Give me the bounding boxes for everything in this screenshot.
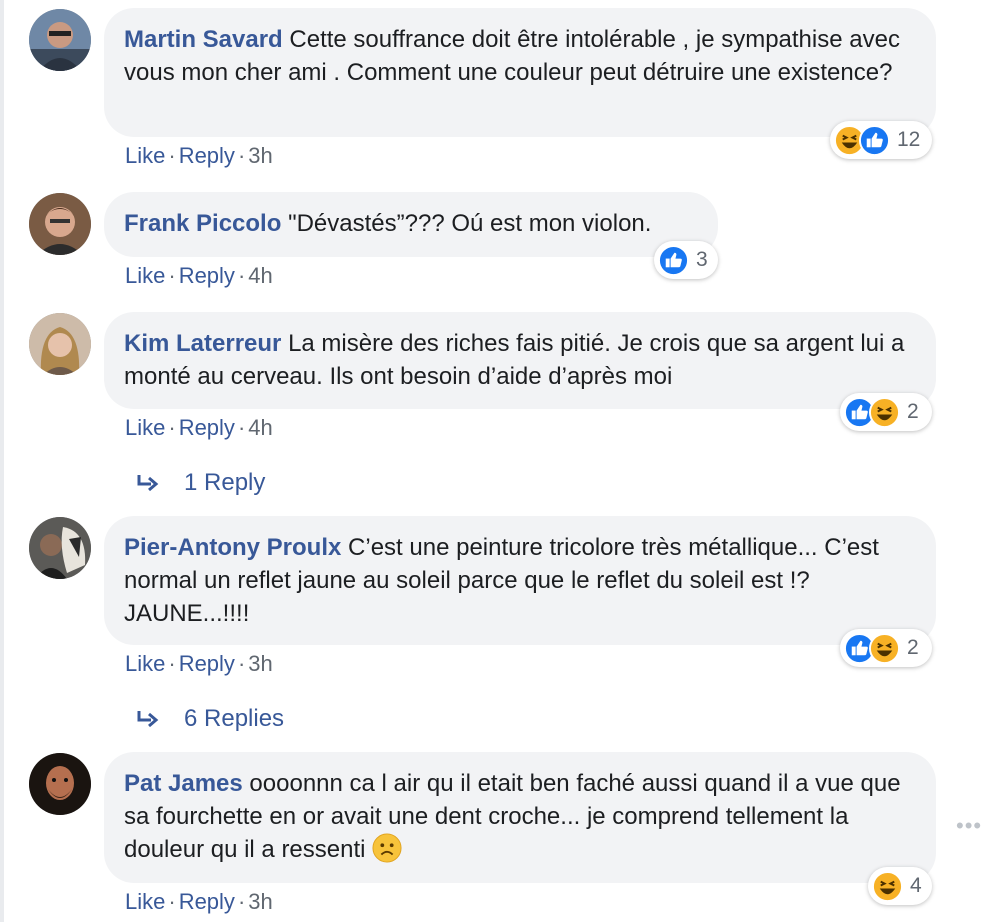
reaction-summary[interactable]: 4 <box>868 867 932 905</box>
reaction-count: 2 <box>907 400 919 423</box>
reaction-summary[interactable]: 12 <box>830 121 932 159</box>
comment-author[interactable]: Frank Piccolo <box>124 210 281 237</box>
view-replies-link[interactable]: 6 Replies <box>136 705 284 733</box>
comment-bubble: Frank Piccolo "Dévastés”??? Oú est mon v… <box>104 192 718 257</box>
separator: · <box>168 651 176 676</box>
reaction-count: 3 <box>696 248 708 271</box>
timestamp[interactable]: 4h <box>248 263 272 288</box>
comment-text: "Dévastés”??? Oú est mon violon. <box>288 210 652 237</box>
separator: · <box>237 889 246 914</box>
comment-bubble: Martin Savard Cette souffrance doit être… <box>104 8 936 137</box>
haha-icon <box>872 870 903 902</box>
separator: · <box>168 889 176 914</box>
separator: · <box>168 415 176 440</box>
reaction-summary[interactable]: 3 <box>654 241 718 279</box>
timestamp[interactable]: 3h <box>248 143 272 168</box>
like-link[interactable]: Like <box>125 651 165 676</box>
reaction-summary[interactable]: 2 <box>840 393 932 431</box>
avatar[interactable] <box>29 193 91 255</box>
separator: · <box>237 263 246 288</box>
reply-link[interactable]: Reply <box>179 143 235 168</box>
comment-actions: Like · Reply · 3h <box>125 143 273 169</box>
reaction-count: 12 <box>897 128 921 151</box>
avatar[interactable] <box>29 753 91 815</box>
comment-actions: Like · Reply · 3h <box>125 651 273 677</box>
haha-icon <box>869 396 900 428</box>
like-icon <box>658 244 689 276</box>
left-border <box>0 0 4 922</box>
avatar[interactable] <box>29 313 91 375</box>
reply-link[interactable]: Reply <box>179 415 235 440</box>
more-options-icon[interactable]: ••• <box>956 813 982 839</box>
separator: · <box>237 415 246 440</box>
reply-link[interactable]: Reply <box>179 651 235 676</box>
like-link[interactable]: Like <box>125 415 165 440</box>
view-replies-link[interactable]: 1 Reply <box>136 469 265 497</box>
like-link[interactable]: Like <box>125 263 165 288</box>
frowning-face-emoji <box>372 833 402 863</box>
separator: · <box>237 143 246 168</box>
timestamp[interactable]: 4h <box>248 415 272 440</box>
reaction-count: 4 <box>910 874 922 897</box>
comment-author[interactable]: Pier-Antony Proulx <box>124 534 341 561</box>
separator: · <box>168 143 176 168</box>
replies-label: 1 Reply <box>184 469 266 496</box>
like-link[interactable]: Like <box>125 889 165 914</box>
comment-author[interactable]: Kim Laterreur <box>124 330 281 357</box>
comment-bubble: Pier-Antony Proulx C’est une peinture tr… <box>104 516 936 645</box>
comment-bubble: Kim Laterreur La misère des riches fais … <box>104 312 936 409</box>
reaction-count: 2 <box>907 636 919 659</box>
like-icon <box>859 124 890 156</box>
reaction-summary[interactable]: 2 <box>840 629 932 667</box>
replies-label: 6 Replies <box>184 705 285 732</box>
haha-icon <box>869 632 900 664</box>
separator: · <box>168 263 176 288</box>
like-link[interactable]: Like <box>125 143 165 168</box>
reply-arrow-icon <box>137 475 159 492</box>
reply-link[interactable]: Reply <box>179 263 235 288</box>
avatar[interactable] <box>29 517 91 579</box>
comment-actions: Like · Reply · 4h <box>125 415 273 441</box>
timestamp[interactable]: 3h <box>248 889 272 914</box>
timestamp[interactable]: 3h <box>248 651 272 676</box>
comment-actions: Like · Reply · 3h <box>125 889 273 915</box>
reply-link[interactable]: Reply <box>179 889 235 914</box>
reply-arrow-icon <box>137 711 159 728</box>
comment-bubble: Pat James oooonnn ca l air qu il etait b… <box>104 752 936 883</box>
comment-author[interactable]: Martin Savard <box>124 26 283 53</box>
comment-author[interactable]: Pat James <box>124 770 243 797</box>
avatar[interactable] <box>29 9 91 71</box>
separator: · <box>237 651 246 676</box>
comment-actions: Like · Reply · 4h <box>125 263 273 289</box>
